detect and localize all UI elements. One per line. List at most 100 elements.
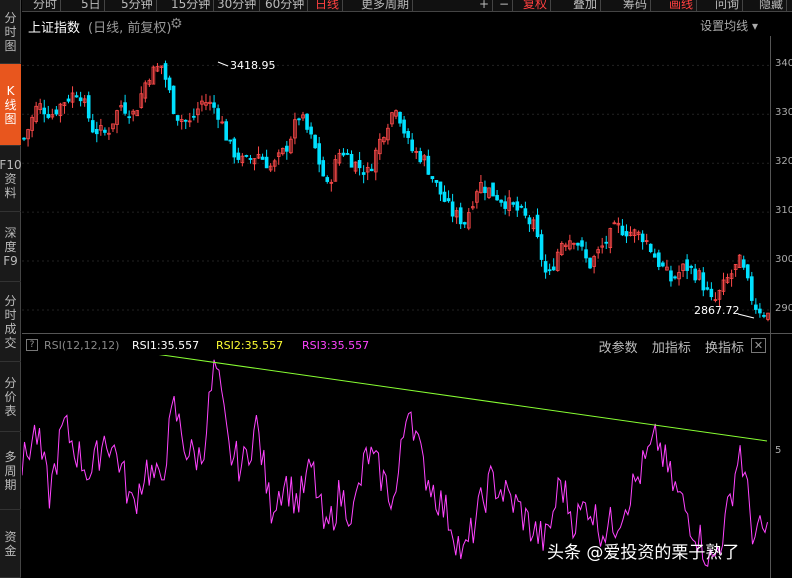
sidebar-tab-7[interactable]: 资金 — [0, 510, 21, 578]
candle-body — [604, 241, 609, 244]
toolbar-item-8[interactable]: + — [476, 0, 494, 11]
toolbar-item-11[interactable]: 叠加 — [570, 0, 602, 11]
candle-body — [551, 266, 556, 271]
sidebar-tab-label: 时 — [4, 307, 17, 322]
sidebar-tab-1[interactable]: K线图 — [0, 64, 21, 146]
rsi-tick: 5 — [775, 445, 782, 456]
candle-body — [212, 102, 216, 108]
candle-body — [183, 119, 188, 122]
sidebar-tab-0[interactable]: 分时图 — [0, 0, 21, 64]
candle-body — [260, 156, 265, 160]
toolbar-item-2[interactable]: 5分钟 — [118, 0, 157, 11]
toolbar-item-9[interactable]: − — [496, 0, 514, 11]
candle-body — [127, 116, 131, 119]
rsi3-value: RSI3:35.557 — [302, 339, 370, 352]
toolbar-item-4[interactable]: 30分钟 — [214, 0, 261, 11]
candle-body — [406, 131, 410, 138]
candle-body — [192, 115, 196, 118]
candle-body — [495, 194, 499, 201]
add-indicator-button[interactable]: 加指标 — [652, 341, 691, 356]
candle-body — [410, 139, 414, 152]
candle-body — [661, 262, 665, 267]
toolbar-item-10[interactable]: 复权 — [520, 0, 552, 11]
candle-body — [244, 155, 249, 157]
sidebar-tab-5[interactable]: 分价表 — [0, 362, 21, 432]
sidebar-tab-label: 资 — [4, 529, 17, 544]
candle-body — [163, 63, 168, 80]
sidebar-tab-3[interactable]: 深度 F9 — [0, 212, 21, 282]
price-axis: 290 300 310 320 330 340 5 — [770, 36, 792, 578]
low-label: 2867.72 — [694, 304, 740, 317]
sidebar-tab-4[interactable]: 分时成交 — [0, 282, 21, 362]
sidebar-tab-label: 分 — [4, 375, 17, 390]
candle-body — [620, 225, 625, 236]
candle-body — [685, 259, 689, 271]
candle-body — [657, 252, 661, 267]
candle-body — [22, 137, 26, 140]
sidebar-tab-label: F9 — [3, 253, 18, 268]
candle-body — [167, 77, 172, 91]
candle-body — [103, 129, 107, 133]
candle-body — [369, 168, 374, 172]
close-icon[interactable]: ✕ — [751, 338, 766, 353]
help-icon[interactable]: ? — [26, 339, 38, 351]
candle-body — [361, 172, 366, 175]
price-tick: 290 — [775, 302, 792, 314]
rsi1-value: RSI1:35.557 — [132, 339, 200, 352]
gear-icon[interactable]: ⚙ — [170, 16, 183, 32]
toolbar-item-1[interactable]: 5日 — [78, 0, 105, 11]
high-label: 3418.95 — [230, 59, 276, 72]
candle-body — [285, 145, 289, 152]
ma-setting-dropdown[interactable]: 设置均线 ▾ — [700, 17, 758, 34]
candle-body — [458, 207, 463, 225]
candle-body — [123, 102, 127, 114]
candle-body — [503, 201, 507, 209]
toolbar-item-7[interactable]: 更多周期 — [358, 0, 414, 11]
candle-body — [345, 153, 350, 155]
candle-body — [523, 208, 528, 216]
left-sidebar: 分时图 K 线图 F10 资料深度 F9 分时成交分价表多周期资金 — [0, 0, 22, 578]
sidebar-tab-6[interactable]: 多周期 — [0, 432, 21, 510]
toolbar-item-12[interactable]: 筹码 — [620, 0, 652, 11]
chart-title-bar: 上证指数 (日线, 前复权) ⚙ 设置均线 ▾ — [22, 14, 770, 36]
kline-chart[interactable]: 3418.95 2867.72 — [22, 36, 770, 332]
candle-body — [325, 177, 330, 182]
toolbar-item-0[interactable]: 分时 — [30, 0, 62, 11]
candle-body — [745, 264, 750, 279]
candle-body — [264, 156, 269, 169]
candle-body — [42, 107, 47, 115]
sidebar-tab-label: 成 — [4, 321, 17, 336]
sidebar-tab-2[interactable]: F10 资料 — [0, 146, 22, 212]
candle-body — [519, 205, 524, 208]
candle-body — [491, 182, 495, 197]
toolbar-item-6[interactable]: 日线 — [312, 0, 344, 11]
rsi-header: ? RSI(12,12,12) RSI1:35.557 RSI2:35.557 … — [22, 337, 770, 356]
price-tick: 320 — [775, 156, 792, 168]
candle-body — [527, 217, 532, 225]
candle-body — [309, 126, 313, 135]
candle-body — [693, 268, 697, 281]
candle-body — [86, 95, 91, 119]
trend-line — [158, 355, 768, 442]
sidebar-tab-label: 交 — [4, 335, 17, 350]
candle-body — [515, 201, 520, 211]
toolbar-item-13[interactable]: 画线 — [666, 0, 698, 11]
toolbar-item-14[interactable]: 问询 — [712, 0, 744, 11]
toolbar-item-5[interactable]: 60分钟 — [262, 0, 309, 11]
toolbar-item-3[interactable]: 15分钟 — [168, 0, 215, 11]
candle-body — [426, 155, 431, 175]
toolbar-item-15[interactable]: 隐藏 — [756, 0, 788, 11]
candle-body — [357, 160, 362, 169]
modify-params-button[interactable]: 改参数 — [599, 341, 638, 356]
period-toolbar: 分时 5日 5分钟 15分钟 30分钟 60分钟 日线 更多周期 + − 复权 叠加 筹码 画线 问询 隐藏 — [22, 0, 792, 12]
sidebar-tab-label: 表 — [4, 403, 17, 418]
candle-body — [588, 257, 592, 269]
switch-indicator-button[interactable]: 换指标 — [705, 341, 744, 356]
candle-body — [321, 160, 326, 177]
sidebar-tab-label: K — [6, 83, 15, 98]
candle-body — [673, 276, 677, 279]
price-tick: 310 — [775, 205, 792, 217]
candle-body — [418, 151, 423, 163]
candle-body — [398, 111, 402, 124]
candle-body — [750, 276, 754, 301]
